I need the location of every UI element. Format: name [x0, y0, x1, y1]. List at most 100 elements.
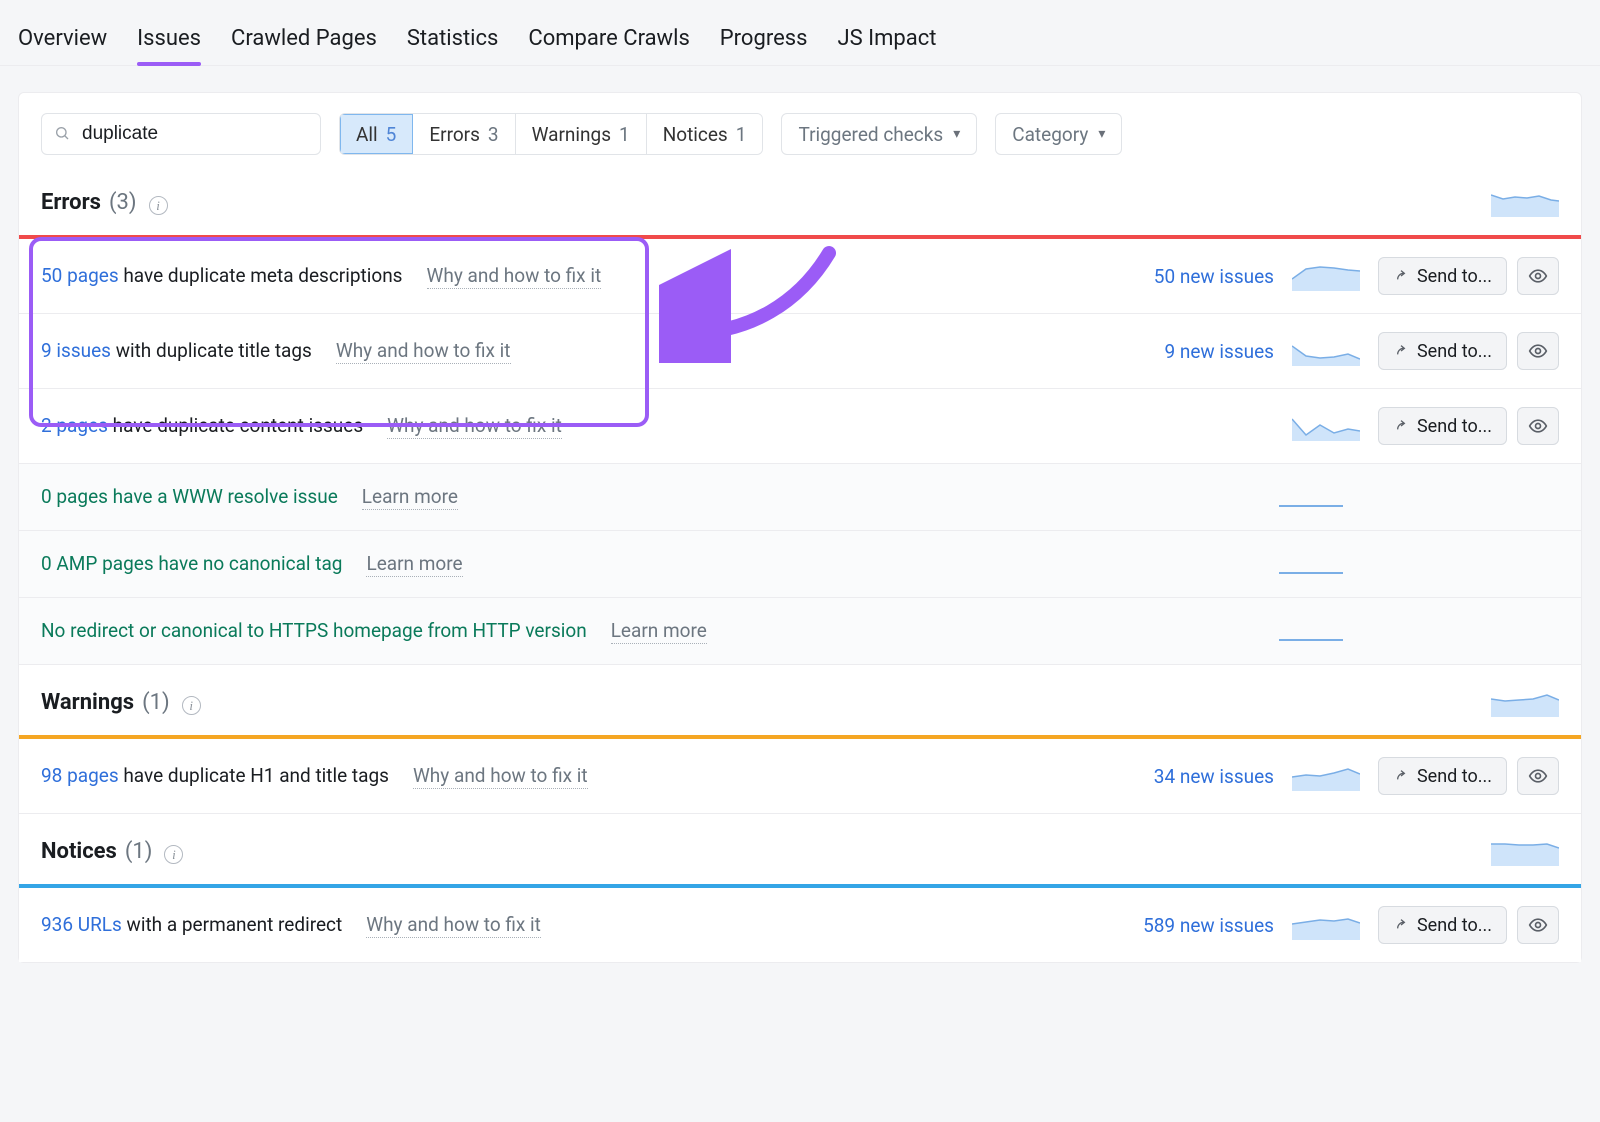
- section-title: Warnings: [41, 690, 134, 715]
- row-sparkline: [1292, 411, 1360, 441]
- filter-label: Warnings: [532, 123, 611, 146]
- eye-icon: [1528, 341, 1548, 361]
- info-icon[interactable]: i: [149, 196, 168, 215]
- tab-js-impact[interactable]: JS Impact: [837, 12, 936, 65]
- view-button[interactable]: [1517, 407, 1559, 445]
- section-count: (3): [109, 190, 137, 215]
- tab-compare-crawls[interactable]: Compare Crawls: [528, 12, 689, 65]
- filter-count: 5: [386, 123, 397, 146]
- section-sparkline: [1491, 836, 1559, 866]
- tab-statistics[interactable]: Statistics: [407, 12, 499, 65]
- category-dropdown[interactable]: Category ▾: [995, 113, 1122, 155]
- search-box[interactable]: ✕: [41, 113, 321, 155]
- fix-link[interactable]: Why and how to fix it: [336, 339, 511, 364]
- info-icon[interactable]: i: [164, 845, 183, 864]
- filter-count: 1: [619, 123, 630, 146]
- row-sparkline: [1277, 482, 1345, 512]
- section-sparkline: [1491, 187, 1559, 217]
- new-issues-link[interactable]: 34 new issues: [1104, 765, 1274, 788]
- section-count: (1): [142, 690, 170, 715]
- section-count: (1): [125, 839, 153, 864]
- filter-label: All: [356, 123, 378, 146]
- filter-all[interactable]: All 5: [340, 114, 413, 154]
- filter-label: Errors: [429, 123, 480, 146]
- issue-message: 0 AMP pages have no canonical tag: [41, 552, 342, 575]
- view-button[interactable]: [1517, 257, 1559, 295]
- warnings-section-header: Warnings (1) i: [19, 665, 1581, 735]
- share-arrow-icon: [1393, 917, 1409, 933]
- new-issues-link[interactable]: 50 new issues: [1104, 265, 1274, 288]
- send-to-label: Send to...: [1417, 341, 1492, 362]
- tab-crawled-pages[interactable]: Crawled Pages: [231, 12, 377, 65]
- issue-count-link[interactable]: 936 URLs: [41, 913, 122, 936]
- triggered-checks-dropdown[interactable]: Triggered checks ▾: [781, 113, 977, 155]
- filter-count: 3: [488, 123, 499, 146]
- tab-overview[interactable]: Overview: [18, 12, 107, 65]
- fix-link[interactable]: Why and how to fix it: [387, 414, 562, 439]
- view-button[interactable]: [1517, 906, 1559, 944]
- view-button[interactable]: [1517, 757, 1559, 795]
- errors-rows-wrap: 50 pages have duplicate meta description…: [19, 239, 1581, 665]
- eye-icon: [1528, 766, 1548, 786]
- errors-section-header: Errors (3) i: [19, 165, 1581, 235]
- issue-row-muted: 0 pages have a WWW resolve issue Learn m…: [19, 464, 1581, 531]
- section-title: Errors: [41, 190, 101, 215]
- notices-section-header: Notices (1) i: [19, 814, 1581, 884]
- row-sparkline: [1277, 616, 1345, 646]
- issue-row: 50 pages have duplicate meta description…: [19, 239, 1581, 314]
- issue-message: 0 pages have a WWW resolve issue: [41, 485, 338, 508]
- issue-count-link[interactable]: 98 pages: [41, 764, 119, 787]
- filter-toolbar: ✕ All 5 Errors 3 Warnings 1 Notices 1 Tr…: [19, 93, 1581, 165]
- learn-more-link[interactable]: Learn more: [362, 485, 458, 510]
- send-to-button[interactable]: Send to...: [1378, 757, 1507, 795]
- fix-link[interactable]: Why and how to fix it: [366, 913, 541, 938]
- filter-errors[interactable]: Errors 3: [413, 114, 515, 154]
- issue-message: 936 URLs with a permanent redirect: [41, 913, 342, 936]
- row-sparkline: [1292, 761, 1360, 791]
- fix-link[interactable]: Why and how to fix it: [427, 264, 602, 289]
- issue-row: 2 pages have duplicate content issues Wh…: [19, 389, 1581, 464]
- issues-panel: ✕ All 5 Errors 3 Warnings 1 Notices 1 Tr…: [18, 92, 1582, 963]
- row-sparkline: [1292, 261, 1360, 291]
- issue-row: 98 pages have duplicate H1 and title tag…: [19, 739, 1581, 814]
- send-to-button[interactable]: Send to...: [1378, 906, 1507, 944]
- share-arrow-icon: [1393, 343, 1409, 359]
- section-title: Notices: [41, 839, 117, 864]
- row-sparkline: [1292, 336, 1360, 366]
- issue-message: 9 issues with duplicate title tags: [41, 339, 312, 362]
- info-icon[interactable]: i: [182, 696, 201, 715]
- view-button[interactable]: [1517, 332, 1559, 370]
- search-input[interactable]: [80, 122, 329, 146]
- row-sparkline: [1292, 910, 1360, 940]
- dropdown-label: Category: [1012, 123, 1088, 146]
- send-to-button[interactable]: Send to...: [1378, 407, 1507, 445]
- learn-more-link[interactable]: Learn more: [366, 552, 462, 577]
- type-filter-group: All 5 Errors 3 Warnings 1 Notices 1: [339, 113, 763, 155]
- issue-count-link[interactable]: 50 pages: [41, 264, 119, 287]
- new-issues-link[interactable]: 9 new issues: [1104, 340, 1274, 363]
- send-to-button[interactable]: Send to...: [1378, 257, 1507, 295]
- issue-row: 9 issues with duplicate title tags Why a…: [19, 314, 1581, 389]
- tab-progress[interactable]: Progress: [720, 12, 808, 65]
- send-to-button[interactable]: Send to...: [1378, 332, 1507, 370]
- chevron-down-icon: ▾: [953, 126, 960, 142]
- eye-icon: [1528, 915, 1548, 935]
- tab-issues[interactable]: Issues: [137, 12, 201, 65]
- issue-row: 936 URLs with a permanent redirect Why a…: [19, 888, 1581, 962]
- issue-message: 50 pages have duplicate meta description…: [41, 264, 403, 287]
- new-issues-link[interactable]: 589 new issues: [1104, 914, 1274, 937]
- chevron-down-icon: ▾: [1098, 126, 1105, 142]
- issue-message: 98 pages have duplicate H1 and title tag…: [41, 764, 389, 787]
- learn-more-link[interactable]: Learn more: [611, 619, 707, 644]
- row-sparkline: [1277, 549, 1345, 579]
- filter-notices[interactable]: Notices 1: [647, 114, 763, 154]
- send-to-label: Send to...: [1417, 915, 1492, 936]
- issue-count-link[interactable]: 2 pages: [41, 414, 108, 437]
- filter-warnings[interactable]: Warnings 1: [516, 114, 647, 154]
- dropdown-label: Triggered checks: [798, 123, 943, 146]
- issue-message: 2 pages have duplicate content issues: [41, 414, 363, 437]
- issue-message: No redirect or canonical to HTTPS homepa…: [41, 619, 587, 642]
- main-tabs: Overview Issues Crawled Pages Statistics…: [0, 12, 1600, 66]
- issue-count-link[interactable]: 9 issues: [41, 339, 111, 362]
- fix-link[interactable]: Why and how to fix it: [413, 764, 588, 789]
